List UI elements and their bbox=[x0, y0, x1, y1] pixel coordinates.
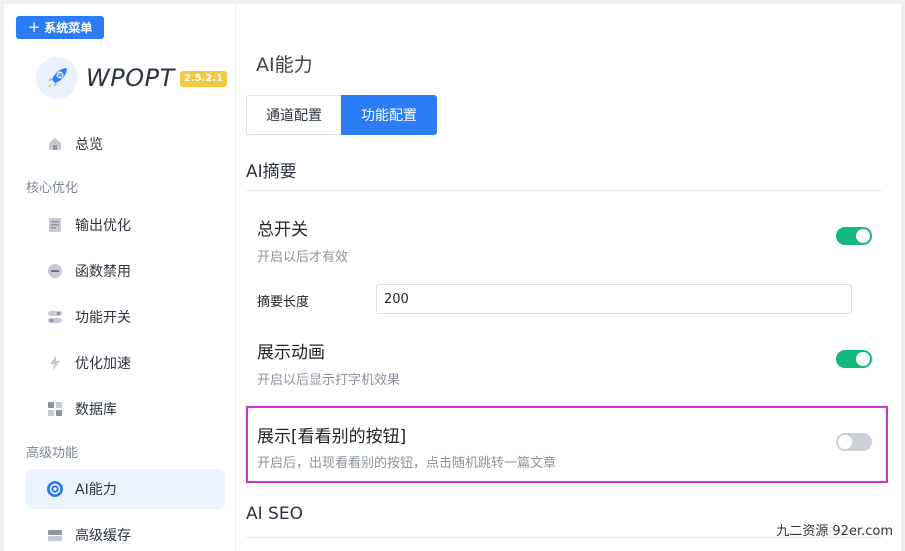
rocket-icon: W bbox=[36, 57, 78, 99]
svg-text:W: W bbox=[57, 73, 63, 79]
system-menu-button[interactable]: + 系统菜单 bbox=[16, 16, 104, 39]
app-frame: + 系统菜单 W WPOPT 2.5.2.1 总览 核心优化 输出优化 函数禁用… bbox=[4, 4, 901, 551]
sidebar-item-feature-switch[interactable]: 功能开关 bbox=[26, 297, 225, 337]
animation-toggle[interactable] bbox=[836, 350, 872, 368]
page-title: AI能力 bbox=[256, 54, 313, 76]
brand-logo: W WPOPT 2.5.2.1 bbox=[36, 56, 227, 100]
tab-channel-config[interactable]: 通道配置 bbox=[246, 95, 341, 135]
sidebar-item-label: 函数禁用 bbox=[75, 264, 131, 280]
master-switch-title: 总开关 bbox=[257, 220, 308, 240]
sidebar-item-function-disable[interactable]: 函数禁用 bbox=[26, 251, 225, 291]
home-icon bbox=[46, 135, 64, 153]
lightning-icon bbox=[46, 354, 64, 372]
sidebar-item-ai[interactable]: AI能力 bbox=[26, 469, 225, 509]
section-title-seo: AI SEO bbox=[246, 504, 303, 524]
nav-group-core: 核心优化 bbox=[26, 181, 79, 196]
toggle-icon bbox=[46, 308, 64, 326]
summary-length-input[interactable] bbox=[376, 284, 852, 314]
sidebar-item-cache[interactable]: 高级缓存 bbox=[26, 515, 225, 551]
logo-text: WPOPT bbox=[86, 64, 175, 92]
tab-feature-config[interactable]: 功能配置 bbox=[341, 95, 437, 135]
sidebar-item-label: 输出优化 bbox=[75, 218, 131, 234]
animation-desc: 开启以后显示打字机效果 bbox=[257, 373, 401, 388]
grid-icon bbox=[46, 400, 64, 418]
sidebar-item-label: 优化加速 bbox=[75, 356, 131, 372]
sidebar-item-database[interactable]: 数据库 bbox=[26, 389, 225, 429]
animation-title: 展示动画 bbox=[257, 343, 325, 363]
sidebar-item-speed[interactable]: 优化加速 bbox=[26, 343, 225, 383]
summary-length-label: 摘要长度 bbox=[257, 295, 310, 310]
nav-group-advanced: 高级功能 bbox=[26, 446, 79, 461]
see-other-toggle[interactable] bbox=[836, 433, 872, 451]
watermark-cn: 九二资源 bbox=[776, 524, 829, 539]
sidebar: + 系统菜单 W WPOPT 2.5.2.1 总览 核心优化 输出优化 函数禁用… bbox=[4, 4, 236, 551]
sidebar-item-label: 数据库 bbox=[75, 402, 117, 418]
sidebar-item-output[interactable]: 输出优化 bbox=[26, 205, 225, 245]
system-menu-label: 系统菜单 bbox=[44, 21, 93, 35]
master-switch-toggle[interactable] bbox=[836, 227, 872, 245]
sidebar-item-label: 总览 bbox=[75, 137, 103, 153]
watermark: 九二资源 92er.com bbox=[776, 520, 893, 539]
section-divider bbox=[246, 190, 882, 191]
server-icon bbox=[46, 526, 64, 544]
watermark-en: 92er.com bbox=[832, 524, 893, 539]
see-other-title: 展示[看看别的按钮] bbox=[257, 427, 407, 447]
main-content: AI能力 通道配置 功能配置 AI摘要 总开关 开启以后才有效 摘要长度 展示动… bbox=[236, 4, 901, 551]
document-icon bbox=[46, 216, 64, 234]
sidebar-item-label: 高级缓存 bbox=[75, 528, 131, 544]
tab-bar: 通道配置 功能配置 bbox=[246, 95, 437, 135]
ai-chip-icon bbox=[46, 480, 64, 498]
sidebar-item-label: 功能开关 bbox=[75, 310, 131, 326]
plus-icon: + bbox=[27, 18, 41, 36]
minus-circle-icon bbox=[46, 262, 64, 280]
sidebar-item-label: AI能力 bbox=[75, 482, 117, 498]
master-switch-desc: 开启以后才有效 bbox=[257, 250, 349, 265]
version-badge: 2.5.2.1 bbox=[179, 71, 227, 87]
sidebar-item-overview[interactable]: 总览 bbox=[26, 124, 225, 164]
see-other-desc: 开启后，出现看看别的按钮，点击随机跳转一篇文章 bbox=[257, 456, 557, 471]
section-title-summary: AI摘要 bbox=[246, 162, 297, 182]
